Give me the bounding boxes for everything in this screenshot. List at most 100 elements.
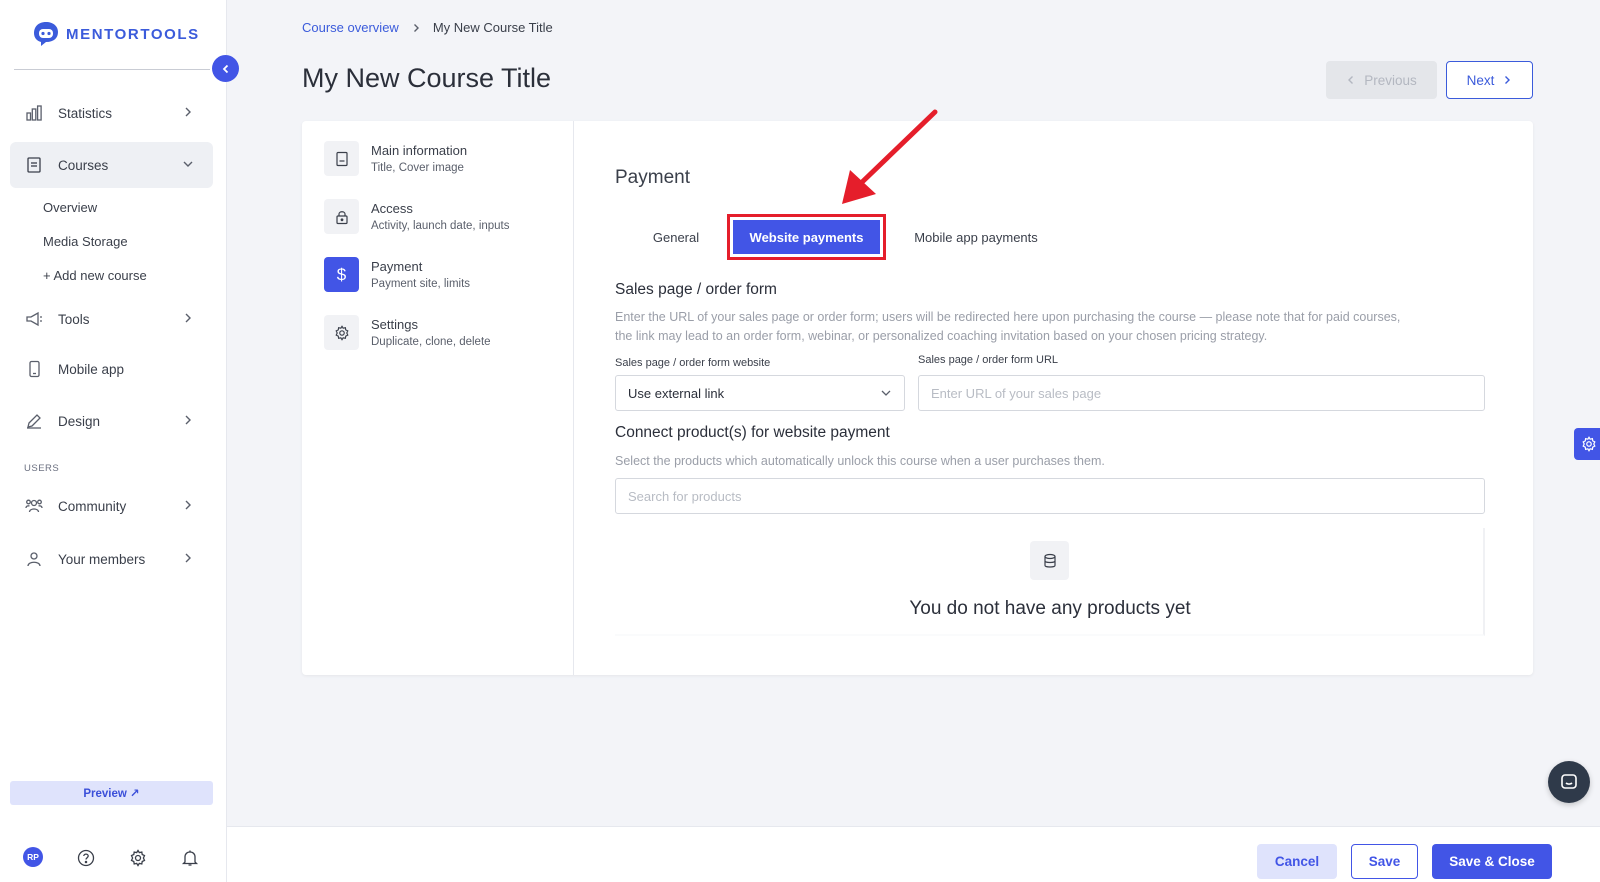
phone-icon	[24, 359, 44, 379]
sidebar-subitem-overview[interactable]: Overview	[43, 200, 97, 215]
tab-mobile-app-payments[interactable]: Mobile app payments	[898, 223, 1054, 251]
empty-state-text: You do not have any products yet	[909, 598, 1191, 619]
step-title: Main information	[371, 143, 468, 158]
sidebar-subitem-media-storage[interactable]: Media Storage	[43, 234, 128, 249]
bar-chart-icon	[24, 103, 44, 123]
sidebar-item-label: Courses	[58, 157, 109, 173]
payment-title: Payment	[615, 167, 690, 188]
preview-button[interactable]: Preview ↗	[10, 781, 213, 805]
next-label: Next	[1466, 72, 1495, 88]
step-subtitle: Activity, launch date, inputs	[371, 220, 510, 232]
products-section-desc: Select the products which automatically …	[615, 454, 1105, 468]
gear-icon[interactable]	[127, 847, 149, 869]
next-button[interactable]: Next	[1446, 61, 1533, 99]
chevron-left-icon	[1348, 76, 1354, 84]
database-icon	[1030, 541, 1069, 580]
chevron-right-icon	[185, 313, 191, 323]
lock-icon	[324, 199, 359, 234]
floating-settings-button[interactable]	[1574, 428, 1600, 460]
sidebar-item-tools[interactable]: Tools	[10, 296, 213, 342]
step-settings[interactable]: Settings Duplicate, clone, delete	[324, 315, 491, 350]
previous-button[interactable]: Previous	[1326, 61, 1437, 99]
megaphone-icon	[24, 309, 44, 329]
sidebar-item-label: Tools	[58, 311, 90, 327]
document-icon	[324, 141, 359, 176]
breadcrumb-link[interactable]: Course overview	[302, 20, 399, 35]
chevron-down-icon	[183, 161, 193, 167]
sidebar-item-label: Design	[58, 413, 101, 429]
products-empty-state: You do not have any products yet	[615, 528, 1485, 636]
payment-section: Payment General Website payments Mobile …	[615, 121, 1495, 675]
footer-bar: Cancel Save Save & Close	[227, 826, 1600, 882]
step-access[interactable]: Access Activity, launch date, inputs	[324, 199, 510, 234]
save-close-button[interactable]: Save & Close	[1432, 844, 1552, 879]
robot-logo-icon	[34, 22, 58, 46]
chevron-left-icon	[222, 64, 228, 73]
card-divider	[573, 121, 574, 675]
website-select[interactable]: Use external link	[615, 375, 905, 411]
breadcrumb: Course overview My New Course Title	[302, 20, 553, 35]
breadcrumb-current: My New Course Title	[432, 20, 553, 35]
collapse-sidebar-button[interactable]	[212, 55, 239, 82]
annotation-arrow-icon	[842, 109, 938, 204]
chat-icon	[1561, 774, 1577, 789]
sidebar-item-courses[interactable]: Courses	[10, 142, 213, 188]
chevron-down-icon	[881, 390, 891, 396]
chevron-right-icon	[185, 553, 191, 563]
step-subtitle: Payment site, limits	[371, 278, 471, 290]
sidebar-item-your-members[interactable]: Your members	[10, 536, 213, 582]
step-payment[interactable]: $ Payment Payment site, limits	[324, 257, 470, 292]
website-field-label: Sales page / order form website	[615, 357, 771, 369]
product-search-input[interactable]: Search for products	[615, 478, 1485, 514]
sales-section-desc-1: Enter the URL of your sales page or orde…	[615, 310, 1401, 324]
sidebar-item-design[interactable]: Design	[10, 398, 213, 444]
dollar-icon: $	[324, 257, 359, 292]
people-icon	[24, 496, 44, 516]
chevron-right-icon	[413, 23, 419, 32]
pencil-icon	[24, 411, 44, 431]
url-field-label: Sales page / order form URL	[918, 354, 1059, 366]
sales-url-input[interactable]: Enter URL of your sales page	[918, 375, 1485, 411]
gear-icon	[1582, 436, 1596, 452]
avatar[interactable]: RP	[23, 847, 43, 867]
chevron-right-icon	[185, 500, 191, 510]
sidebar-subitem-add-course[interactable]: + Add new course	[43, 268, 147, 283]
sales-section-title: Sales page / order form	[615, 281, 777, 298]
sidebar-item-label: Statistics	[58, 105, 113, 121]
sidebar-item-mobile-app[interactable]: Mobile app	[10, 346, 213, 392]
bell-icon[interactable]	[179, 847, 201, 869]
previous-label: Previous	[1364, 72, 1417, 88]
sidebar: MENTORTOOLS Statistics Courses Overview …	[0, 0, 227, 882]
step-main-information[interactable]: Main information Title, Cover image	[324, 141, 467, 176]
sidebar-item-label: Community	[58, 498, 127, 514]
tab-website-payments-label: Website payments	[733, 220, 880, 254]
step-subtitle: Title, Cover image	[371, 162, 464, 174]
sidebar-item-label: Mobile app	[58, 361, 125, 377]
step-title: Access	[371, 201, 413, 216]
chevron-right-icon	[185, 415, 191, 425]
cancel-button[interactable]: Cancel	[1257, 844, 1337, 879]
chat-launcher-button[interactable]	[1548, 761, 1590, 803]
step-subtitle: Duplicate, clone, delete	[371, 336, 491, 348]
chevron-right-icon	[185, 107, 191, 117]
brand-logo[interactable]: MENTORTOOLS	[32, 20, 200, 48]
sidebar-divider	[14, 69, 210, 70]
section-label-users: USERS	[24, 463, 60, 474]
tab-general[interactable]: General	[633, 223, 719, 251]
chevron-right-icon	[1505, 76, 1511, 84]
save-button[interactable]: Save	[1351, 844, 1418, 879]
help-icon[interactable]	[75, 847, 97, 869]
website-select-value: Use external link	[628, 385, 725, 401]
step-title: Payment	[371, 259, 423, 274]
products-section-title: Connect product(s) for website payment	[615, 424, 890, 441]
sidebar-item-statistics[interactable]: Statistics	[10, 90, 213, 136]
sidebar-item-community[interactable]: Community	[10, 483, 213, 529]
user-icon	[24, 549, 44, 569]
tab-website-payments[interactable]: Website payments	[727, 214, 886, 260]
step-title: Settings	[371, 317, 418, 332]
sidebar-item-label: Your members	[58, 551, 146, 567]
book-icon	[24, 155, 44, 175]
brand-name: MENTORTOOLS	[66, 25, 200, 43]
page-title: My New Course Title	[302, 63, 552, 93]
gear-icon	[324, 315, 359, 350]
